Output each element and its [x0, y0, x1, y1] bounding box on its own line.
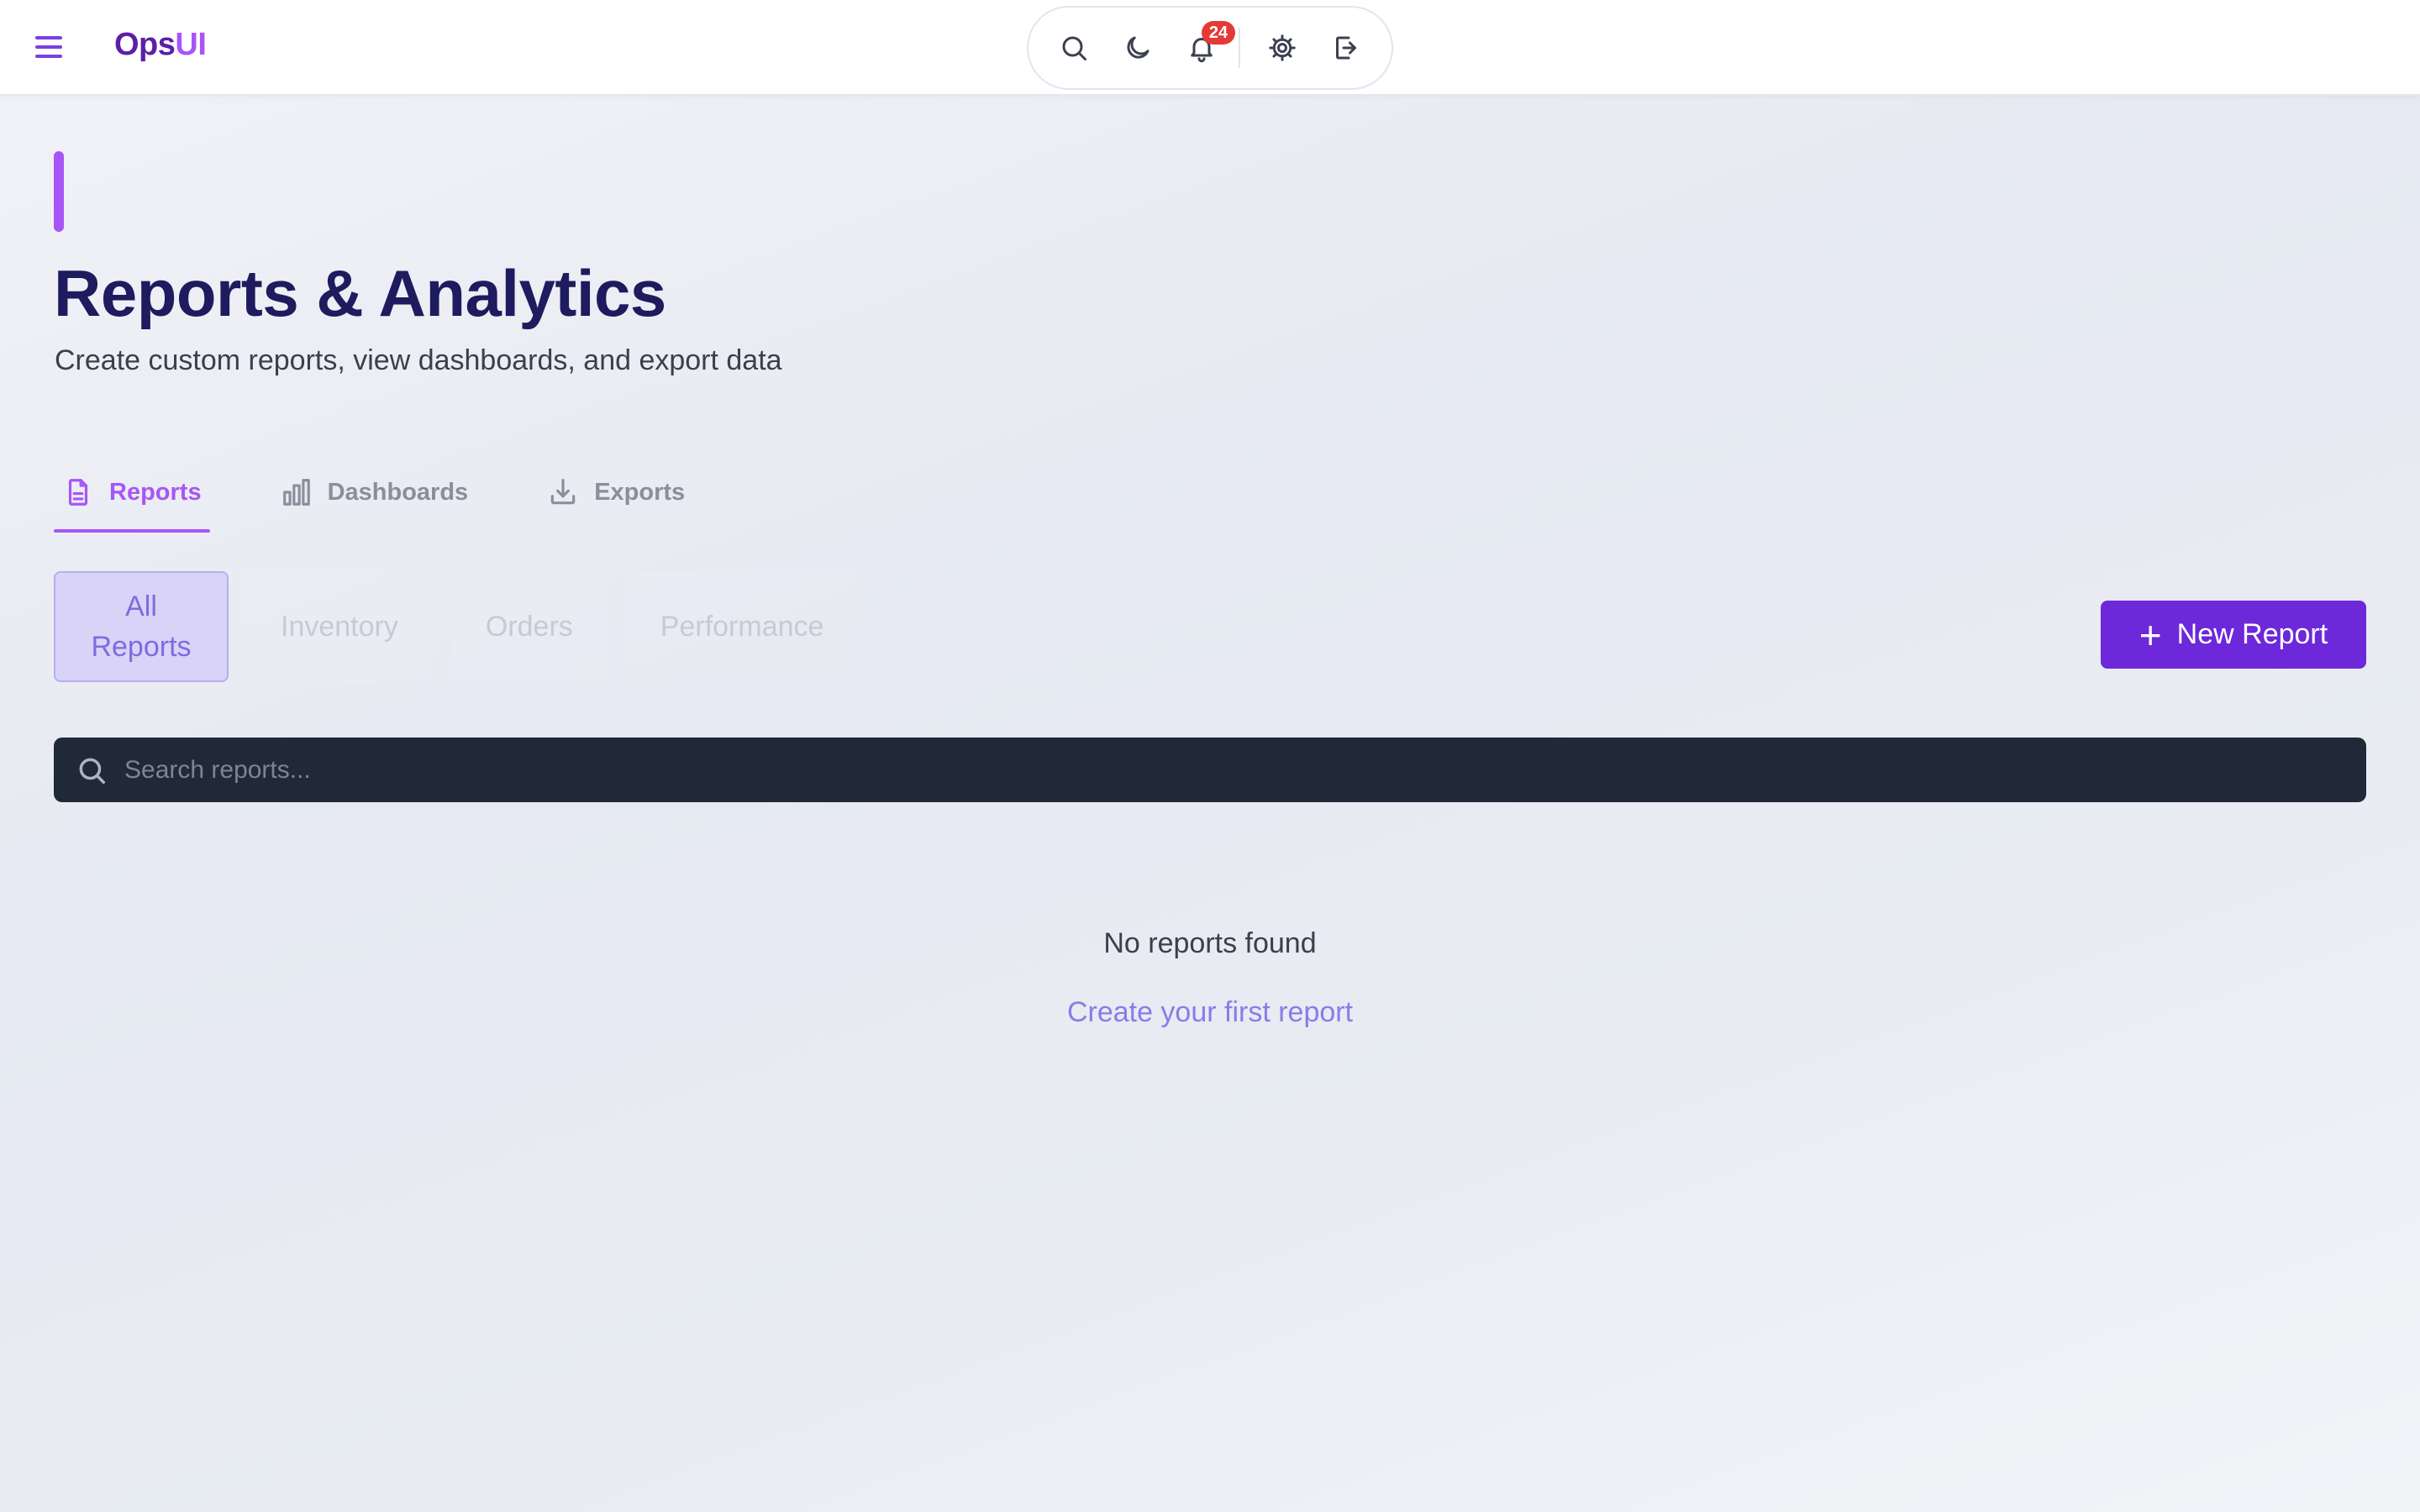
search-icon: [79, 758, 105, 784]
toolbar-divider: [1239, 28, 1240, 68]
filter-performance[interactable]: Performance: [624, 571, 860, 682]
new-report-button[interactable]: + New Report: [2101, 601, 2366, 669]
page-subtitle: Create custom reports, view dashboards, …: [55, 344, 782, 376]
search-icon: [1062, 36, 1086, 60]
download-icon: [550, 479, 576, 505]
settings-button[interactable]: [1260, 26, 1304, 70]
brand-logo[interactable]: OpsUI: [114, 27, 207, 63]
menu-icon[interactable]: [35, 30, 72, 64]
title-accent-bar: [54, 151, 64, 232]
top-bar: OpsUI 24: [0, 0, 2420, 96]
filter-all-reports[interactable]: All Reports: [54, 571, 229, 682]
tab-exports-label: Exports: [594, 478, 686, 506]
moon-icon: [1127, 36, 1150, 59]
create-first-report-link[interactable]: Create your first report: [0, 996, 2420, 1029]
search-bar: [54, 738, 2366, 802]
tab-reports-label: Reports: [109, 478, 202, 506]
gear-icon: [1269, 34, 1296, 61]
page-title: Reports & Analytics: [54, 256, 666, 330]
new-report-label: New Report: [2176, 618, 2328, 650]
brand-text-primary: Ops: [114, 27, 176, 62]
brand-text-accent: UI: [175, 27, 207, 62]
notifications-button[interactable]: 24: [1180, 21, 1235, 70]
empty-state-message: No reports found: [1103, 927, 1317, 959]
document-icon: [68, 479, 88, 506]
tab-dashboards-label: Dashboards: [327, 478, 469, 506]
tab-dashboards[interactable]: Dashboards: [272, 459, 477, 526]
filter-inventory[interactable]: Inventory: [245, 571, 434, 682]
theme-toggle-button[interactable]: [1116, 26, 1160, 70]
tab-reports[interactable]: Reports: [54, 459, 210, 533]
header-toolbar: 24: [1027, 6, 1393, 90]
logout-icon: [1336, 36, 1356, 60]
notification-badge: 24: [1202, 21, 1235, 45]
logout-button[interactable]: [1324, 26, 1368, 70]
plus-icon: +: [2139, 612, 2162, 657]
report-filters: All Reports Inventory Orders Performance: [54, 571, 876, 682]
tab-exports[interactable]: Exports: [539, 459, 693, 526]
filter-orders[interactable]: Orders: [450, 571, 608, 682]
search-button[interactable]: [1052, 26, 1096, 70]
bar-chart-icon: [282, 479, 310, 506]
search-input[interactable]: [124, 744, 2366, 795]
section-tabs: Reports Dashboards Exports: [54, 459, 755, 533]
